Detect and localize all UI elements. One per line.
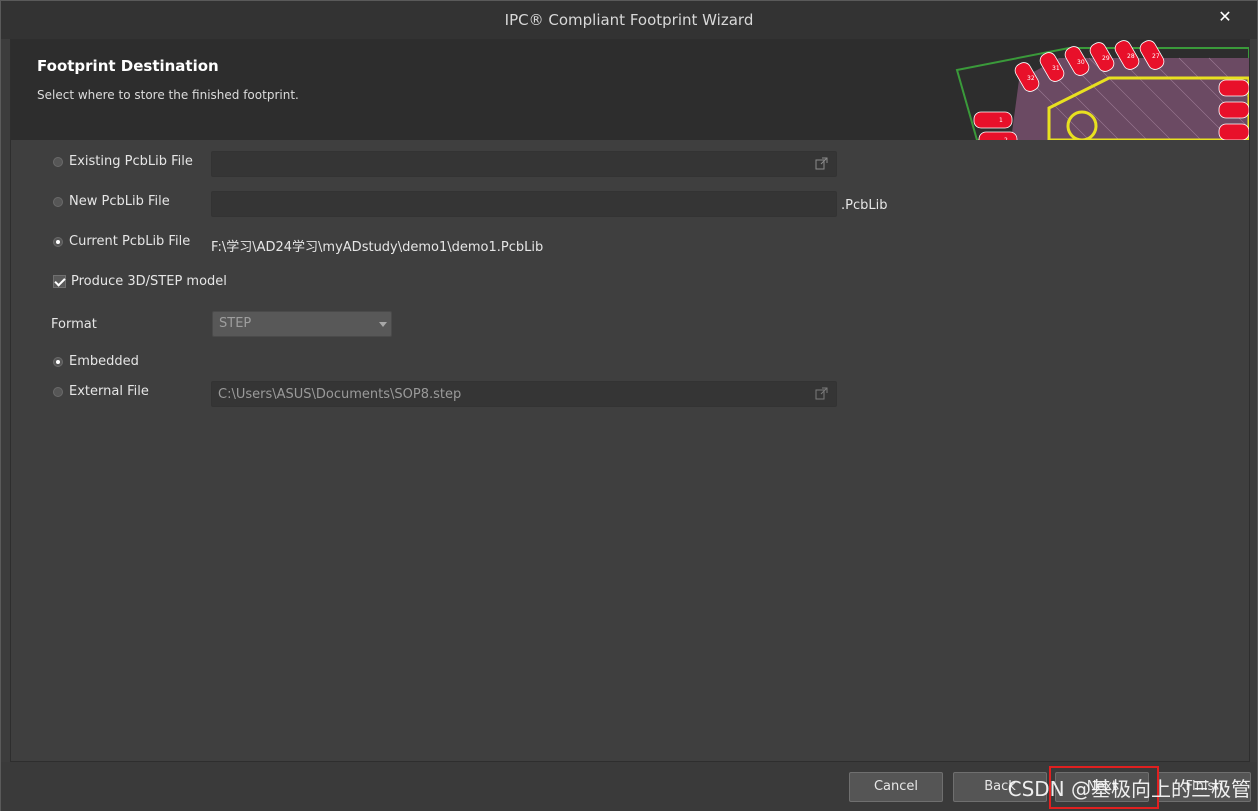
format-dropdown[interactable]: STEP (212, 311, 392, 337)
page-title: Footprint Destination (37, 57, 219, 75)
pad-label: 30 (1077, 59, 1085, 66)
external-file-radio[interactable]: External File (53, 384, 193, 404)
close-icon[interactable]: ✕ (1215, 7, 1235, 27)
produce-3d-checkbox-box[interactable] (53, 275, 66, 288)
current-radio-button[interactable] (53, 237, 63, 247)
existing-radio-button[interactable] (53, 157, 63, 167)
produce-3d-model-checkbox[interactable]: Produce 3D/STEP model (53, 274, 253, 294)
browse-icon[interactable] (815, 157, 828, 170)
external-file-path-field[interactable]: C:\Users\ASUS\Documents\SOP8.step (211, 381, 837, 407)
embedded-label: Embedded (69, 354, 139, 369)
pad-label: 1 (999, 117, 1003, 124)
current-pcblib-path: F:\学习\AD24学习\myADstudy\demo1\demo1.PcbLi… (211, 240, 544, 255)
title-bar[interactable]: IPC® Compliant Footprint Wizard ✕ (1, 1, 1257, 39)
new-radio-label: New PcbLib File (69, 194, 170, 209)
pad-label: 32 (1027, 75, 1035, 82)
page-header: Footprint Destination Select where to st… (11, 40, 1249, 140)
external-file-label: External File (69, 384, 149, 399)
pad-label: 29 (1102, 55, 1110, 62)
format-selected-value: STEP (219, 316, 252, 331)
external-file-path: C:\Users\ASUS\Documents\SOP8.step (218, 387, 462, 402)
embedded-radio[interactable]: Embedded (53, 354, 173, 374)
new-pcblib-name-field[interactable] (211, 191, 837, 217)
produce-3d-label: Produce 3D/STEP model (71, 274, 227, 289)
watermark-text: CSDN @基极向上的三极管 (1007, 777, 1251, 801)
current-pcblib-radio[interactable]: Current PcbLib File (53, 234, 213, 254)
cancel-button[interactable]: Cancel (849, 772, 943, 802)
existing-radio-label: Existing PcbLib File (69, 154, 193, 169)
wizard-page: Footprint Destination Select where to st… (10, 39, 1250, 762)
new-pcblib-radio[interactable]: New PcbLib File (53, 194, 213, 214)
format-label: Format (51, 317, 97, 332)
window-title: IPC® Compliant Footprint Wizard (504, 11, 754, 29)
new-radio-button[interactable] (53, 197, 63, 207)
pcblib-suffix: .PcbLib (841, 198, 888, 213)
footprint-preview-image: 32 31 30 29 28 27 1 2 (949, 40, 1249, 140)
current-radio-label: Current PcbLib File (69, 234, 191, 249)
external-radio-button[interactable] (53, 387, 63, 397)
pad-label: 27 (1152, 53, 1160, 60)
pad-label: 2 (1004, 137, 1008, 140)
chevron-down-icon (379, 322, 387, 327)
browse-icon[interactable] (815, 387, 828, 400)
existing-pcblib-radio[interactable]: Existing PcbLib File (53, 154, 213, 174)
wizard-window: IPC® Compliant Footprint Wizard ✕ Footpr… (0, 0, 1258, 811)
page-subtitle: Select where to store the finished footp… (37, 88, 299, 102)
embedded-radio-button[interactable] (53, 357, 63, 367)
pad-label: 31 (1052, 65, 1060, 72)
pad-label: 28 (1127, 53, 1135, 60)
existing-pcblib-path-field[interactable] (211, 151, 837, 177)
